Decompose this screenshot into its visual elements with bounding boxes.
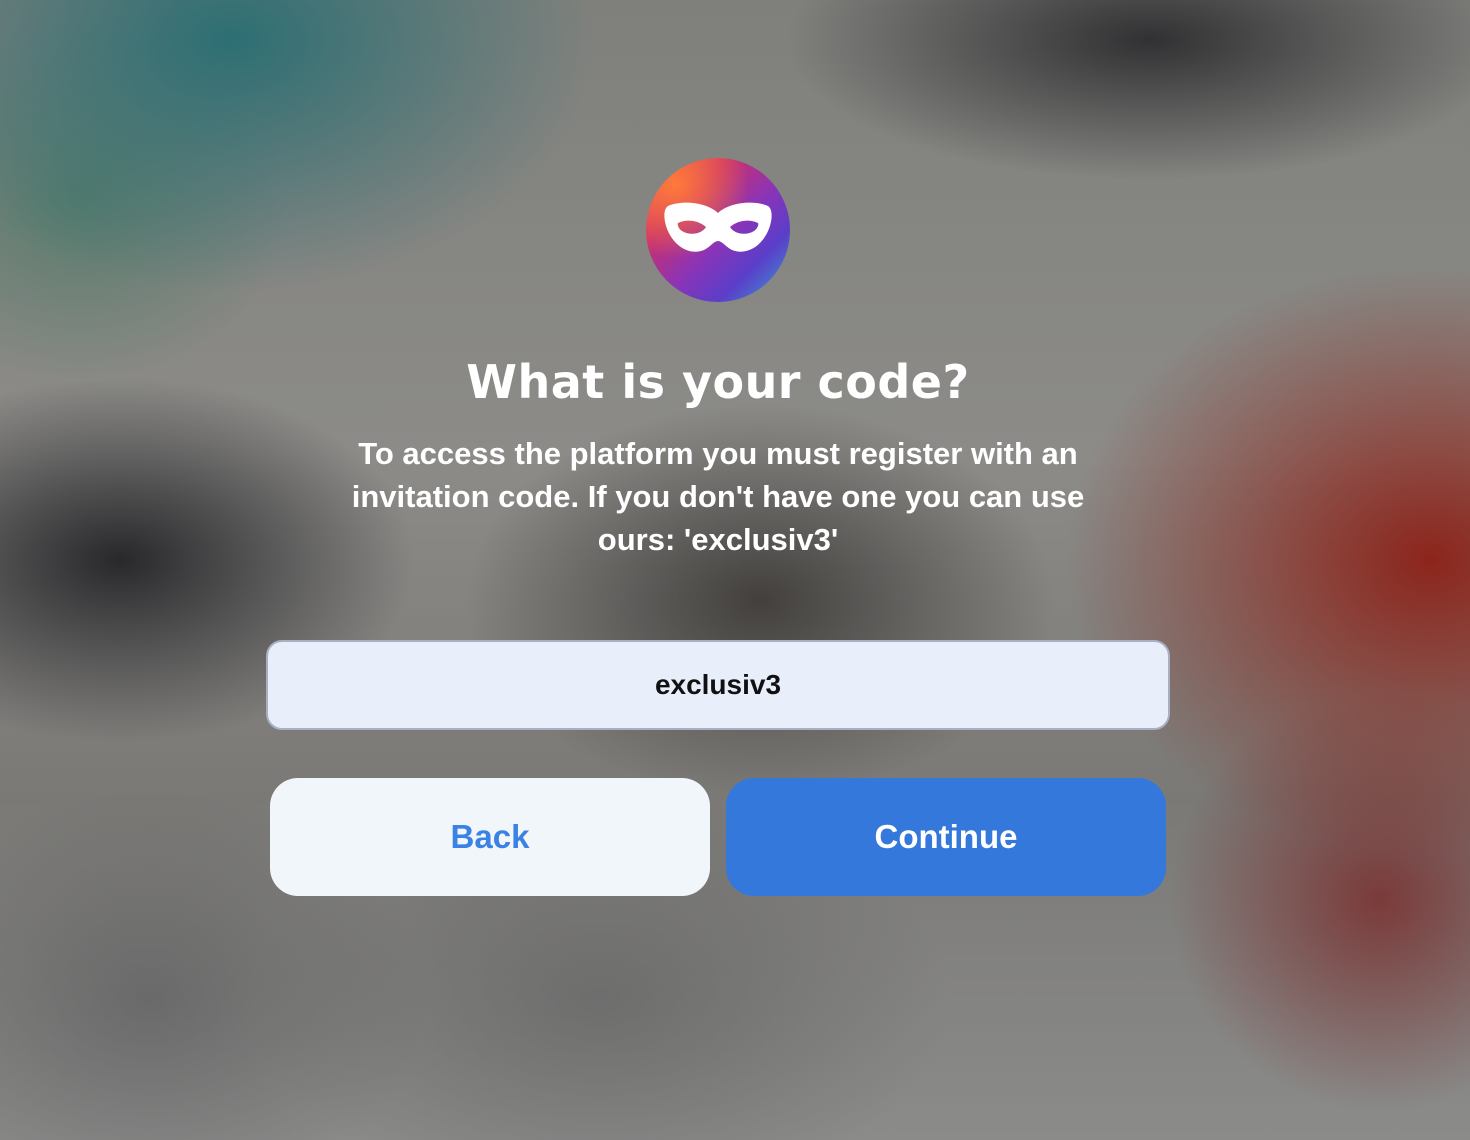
back-button[interactable]: Back (270, 778, 710, 896)
page-title: What is your code? (466, 355, 970, 409)
app-logo (646, 158, 790, 302)
mask-icon (662, 201, 774, 259)
invite-code-input[interactable] (266, 640, 1170, 730)
invite-code-screen: What is your code? To access the platfor… (0, 0, 1470, 1140)
continue-button[interactable]: Continue (726, 778, 1166, 896)
invite-instructions: To access the platform you must register… (351, 436, 1085, 557)
